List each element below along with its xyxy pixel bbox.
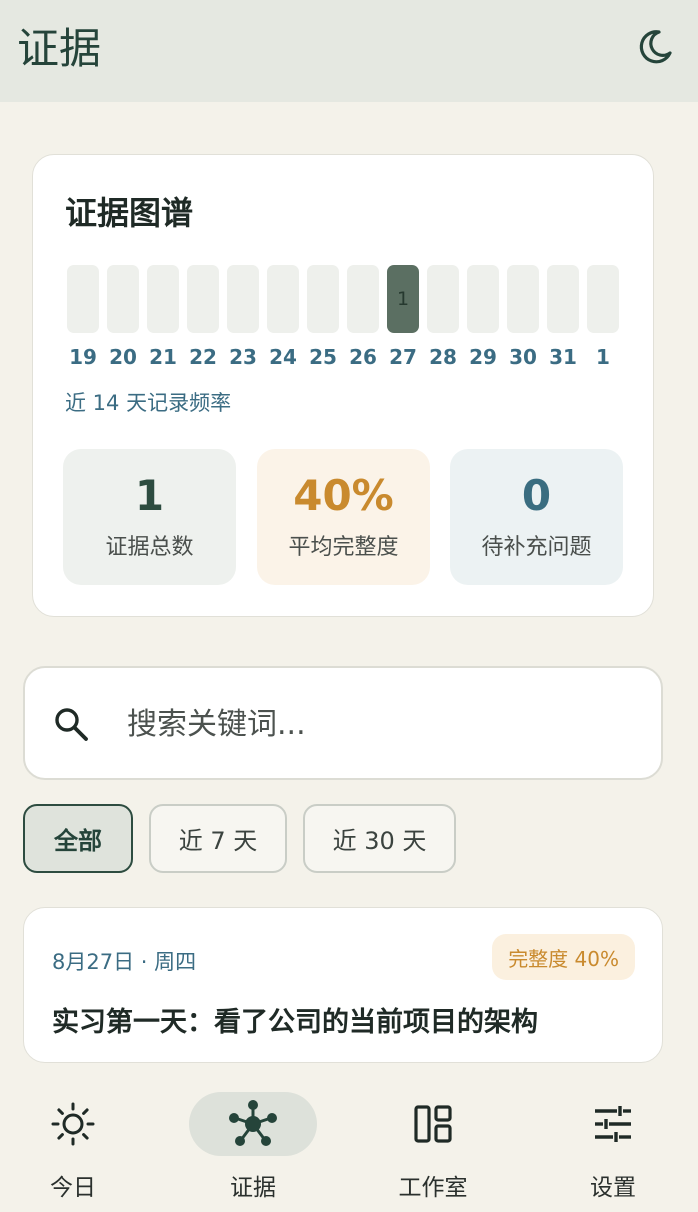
search-bar[interactable] — [23, 666, 663, 780]
stat-label: 平均完整度 — [288, 535, 399, 560]
heatmap-day-label: 26 — [349, 345, 377, 369]
app-bar: 证据 — [0, 0, 698, 102]
heatmap-cell — [147, 265, 179, 333]
heatmap-cell — [227, 265, 259, 333]
heatmap-day-label: 30 — [509, 345, 537, 369]
bottom-navigation: 今日 证据 工作室 设置 — [0, 1080, 698, 1212]
nav-item-studio[interactable]: 工作室 — [369, 1092, 497, 1202]
entry-title: 实习第一天：看了公司的当前项目的架构 — [52, 1007, 538, 1038]
nav-item-settings[interactable]: 设置 — [549, 1092, 677, 1202]
nav-icon-container — [9, 1092, 137, 1156]
heatmap-cell — [107, 265, 139, 333]
heatmap-day-label: 29 — [469, 345, 497, 369]
page-title: 证据 — [17, 24, 102, 73]
heatmap-day-label: 24 — [269, 345, 297, 369]
heatmap-cell — [507, 265, 539, 333]
nav-label: 证据 — [230, 1175, 276, 1201]
graph-network-icon — [229, 1100, 277, 1146]
stat-value: 40% — [293, 471, 394, 520]
nav-label: 工作室 — [398, 1175, 468, 1201]
heatmap-cell — [427, 265, 459, 333]
sun-icon — [51, 1102, 95, 1146]
stat-pending-questions: 0 待补充问题 — [450, 449, 623, 585]
heatmap-day-label: 19 — [69, 345, 97, 369]
evidence-entry-card[interactable]: 8月27日 · 周四 完整度 40% 实习第一天：看了公司的当前项目的架构 — [23, 907, 663, 1063]
stat-average-completeness: 40% 平均完整度 — [257, 449, 430, 585]
frequency-caption: 近 14 天记录频率 — [65, 391, 232, 415]
filter-chip-7-days[interactable]: 近 7 天 — [149, 804, 287, 873]
search-icon — [55, 708, 88, 741]
stat-label: 待补充问题 — [481, 535, 592, 560]
heatmap-cell: 1 — [387, 265, 419, 333]
entry-date: 8月27日 · 周四 — [52, 950, 197, 974]
heatmap-day-label: 25 — [309, 345, 337, 369]
heatmap-cell — [67, 265, 99, 333]
heatmap-day-label: 22 — [189, 345, 217, 369]
heatmap-day-label: 28 — [429, 345, 457, 369]
nav-item-today[interactable]: 今日 — [9, 1092, 137, 1202]
filter-chip-30-days[interactable]: 近 30 天 — [303, 804, 456, 873]
nav-label: 今日 — [50, 1175, 96, 1201]
heatmap-day-label: 23 — [229, 345, 257, 369]
heatmap-cell — [187, 265, 219, 333]
filter-chip-all[interactable]: 全部 — [23, 804, 133, 873]
heatmap-cell — [587, 265, 619, 333]
theme-toggle-button[interactable] — [632, 24, 678, 70]
stat-value: 1 — [134, 471, 165, 520]
nav-icon-container — [189, 1092, 317, 1156]
heatmap-day-label: 27 — [389, 345, 417, 369]
heatmap-cell — [267, 265, 299, 333]
nav-icon-container — [549, 1092, 677, 1156]
heatmap-day-label: 1 — [596, 345, 610, 369]
heatmap-day-label: 21 — [149, 345, 177, 369]
stat-value: 0 — [521, 471, 552, 520]
sliders-icon — [595, 1106, 631, 1142]
nav-label: 设置 — [590, 1175, 636, 1201]
heatmap-cell — [307, 265, 339, 333]
nav-icon-container — [369, 1092, 497, 1156]
heatmap-cell — [547, 265, 579, 333]
evidence-map-card: 证据图谱 近 14 天记录频率 1 证据总数 40% 平均完整度 0 待补充问题… — [32, 154, 654, 617]
heatmap-cell — [347, 265, 379, 333]
evidence-map-title: 证据图谱 — [65, 194, 194, 232]
heatmap-day-label: 31 — [549, 345, 577, 369]
stat-label: 证据总数 — [105, 535, 194, 560]
search-input[interactable] — [127, 696, 627, 752]
heatmap-cell — [467, 265, 499, 333]
completeness-badge: 完整度 40% — [492, 934, 635, 980]
moon-icon — [639, 30, 672, 64]
stat-total-evidence: 1 证据总数 — [63, 449, 236, 585]
nav-item-evidence[interactable]: 证据 — [189, 1092, 317, 1202]
dashboard-icon — [414, 1105, 452, 1143]
heatmap-day-label: 20 — [109, 345, 137, 369]
